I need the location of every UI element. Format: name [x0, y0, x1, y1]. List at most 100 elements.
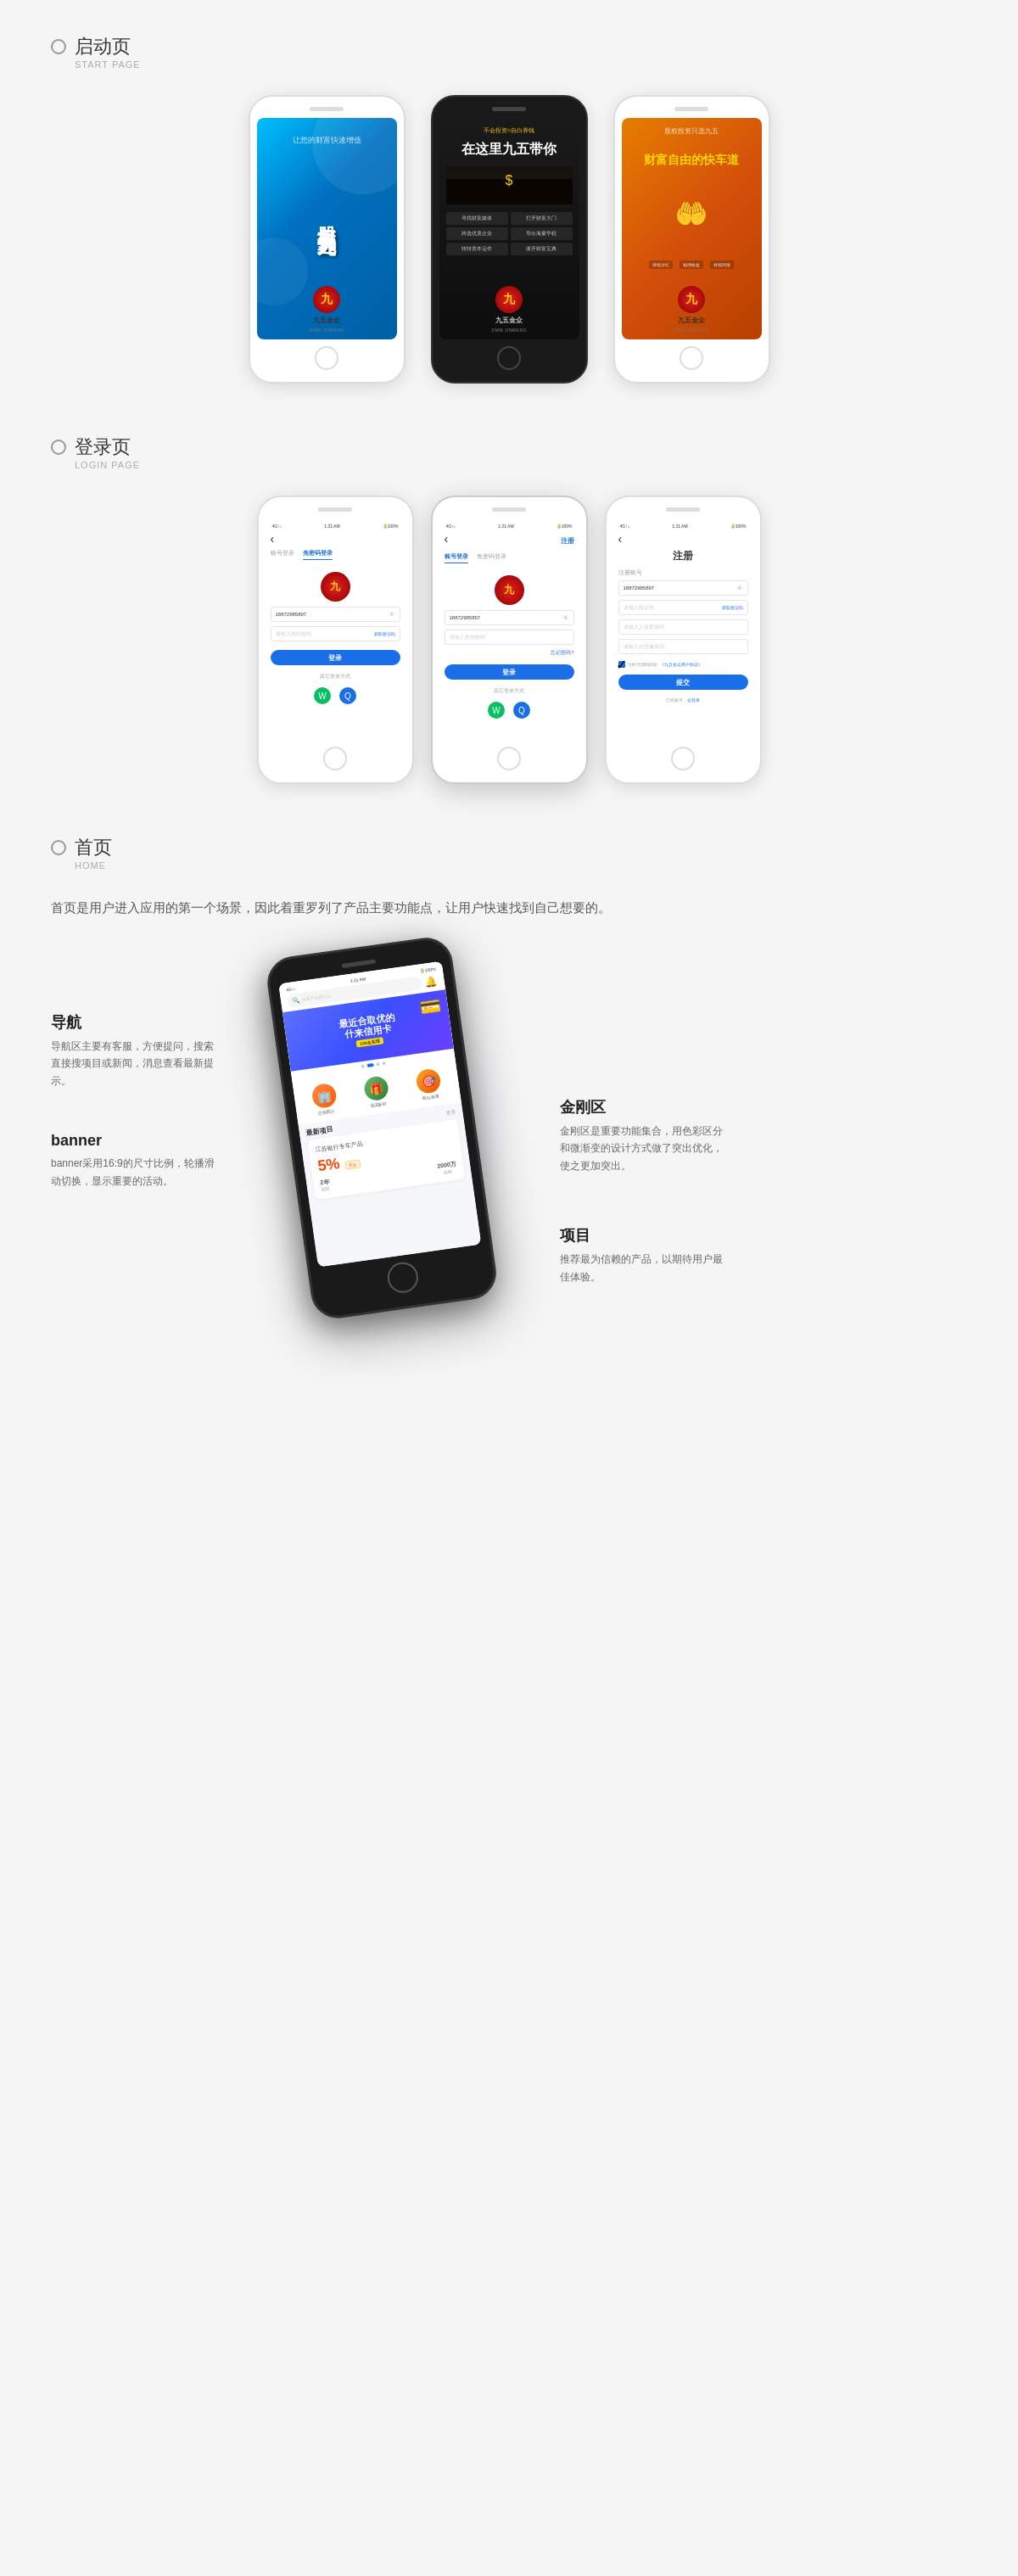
more-link[interactable]: 更多	[445, 1108, 456, 1117]
section-circle	[51, 39, 66, 54]
notification-icon[interactable]: 🔔	[424, 975, 439, 988]
register-screen: 4G↑↓ 1:21 AM 🔋100% ‹ 注册 注册账号 18872985897…	[613, 518, 753, 740]
icon-2: 🎁	[363, 1075, 390, 1102]
phone-screen-orange: 股权投资只选九五 财富自由的快车道 🤲 持续分红 稳增收益 持续回报 九 九五金…	[622, 118, 762, 339]
search-icon: 🔍	[292, 996, 300, 1004]
nav-annotation-text: 导航区主要有客服，方便提问，搜索直接搜项目或新闻，消息查看最新提示。	[51, 1038, 221, 1089]
register-title: 注册	[618, 549, 748, 563]
battery-1: 🔋100%	[383, 524, 399, 529]
phone-speaker-1	[310, 107, 344, 111]
banner-annotation-text: banner采用16:9的尺寸比例，轮播滑动切换，显示重要的活动。	[51, 1155, 221, 1190]
already-have: 已有账号，去登录	[618, 697, 748, 703]
eye-icon-2: 👁	[562, 614, 569, 622]
agreement-link[interactable]: 《九五金众用户协议》	[660, 662, 702, 667]
wechat-btn-2[interactable]: W	[488, 702, 505, 719]
get-code-btn-1[interactable]: 获取验证码	[374, 631, 395, 636]
forgot-link[interactable]: 忘记密码?	[445, 649, 574, 657]
jingang-annotation: 金刚区 金刚区是重要功能集合，用色彩区分和微渐变的设计方式做了突出优化，使之更加…	[560, 1097, 730, 1174]
login-btn-1[interactable]: 登录	[271, 650, 400, 665]
agreement-checkbox[interactable]: ✓	[618, 661, 625, 668]
dollar-icon: $	[506, 173, 513, 188]
search-placeholder: 搜索产品或公众	[302, 993, 332, 1002]
statusbar-1: 4G↑↓ 1:21 AM 🔋100%	[271, 524, 400, 529]
register-phone-input[interactable]: 18872985897 👁	[618, 580, 748, 596]
product-amount: 2000万 规模	[437, 1160, 458, 1176]
battery-3: 🔋100%	[730, 524, 747, 529]
icon-item-1[interactable]: 🏢 总场能介	[310, 1083, 338, 1117]
menu-item-4: 导出海量学程	[511, 227, 573, 240]
time-2: 1:21 AM	[498, 524, 513, 529]
home-page-header: 首页 HOME	[51, 835, 967, 871]
phone-input-2[interactable]: 18872985897 👁	[445, 610, 574, 625]
hundred-badge: 100名实现	[356, 1037, 383, 1047]
section-title-latest: 最新项目	[305, 1124, 333, 1137]
phone-orange: 股权投资只选九五 财富自由的快车道 🤲 持续分红 稳增收益 持续回报 九 九五金…	[613, 95, 770, 384]
qq-btn-1[interactable]: Q	[339, 687, 356, 704]
back-btn-1[interactable]: ‹	[271, 532, 400, 546]
banner-annotation: banner banner采用16:9的尺寸比例，轮播滑动切换，显示重要的活动。	[51, 1132, 221, 1190]
home-content-area: 导航 导航区主要有客服，方便提问，搜索直接搜项目或新闻，消息查看最新提示。 ba…	[51, 944, 967, 1309]
project-annotation: 项目 推荐最为信赖的产品，以期待用户最佳体验。	[560, 1225, 730, 1285]
tab-passwordless-login[interactable]: 免密码登录	[303, 549, 333, 560]
invite-placeholder: 请输入代理邀请码	[624, 643, 664, 651]
tab-account-2[interactable]: 账号登录	[445, 552, 468, 563]
login-tabs-1: 账号登录 免密码登录	[271, 549, 400, 560]
splash-blue-bg: 让您的财富快速增值 股权投资只选九五 九 九五金众 JIMM JINMENG	[257, 118, 397, 339]
back-btn-3[interactable]: ‹	[618, 532, 748, 546]
register-phone-value: 18872985897	[624, 585, 655, 591]
phone-home-btn-3	[680, 346, 703, 370]
login-btn-2[interactable]: 登录	[445, 664, 574, 680]
login-page-header: 登录页 LOGIN PAGE	[51, 434, 967, 470]
logo-text-en-2: JIMM JINMENG	[491, 328, 527, 333]
splash-dark-headline: 在这里九五带你	[461, 141, 557, 159]
home-section-circle	[51, 840, 66, 855]
phone-speaker-3	[674, 107, 708, 111]
menu-item-3: 跨选优质企业	[446, 227, 508, 240]
login-screen-2: 4G↑↓ 1:21 AM 🔋100% ‹ 注册 账号登录 免密码登录 九	[439, 518, 579, 740]
register-code-input[interactable]: 请输入验证码 获取验证码	[618, 600, 748, 615]
phone-input-1[interactable]: 18872985897 👁	[271, 607, 400, 622]
product-term: 2年 期限	[320, 1178, 331, 1192]
register-password-input[interactable]: 请输入人设置密码	[618, 619, 748, 635]
tab-passwordless-2[interactable]: 免密码登录	[477, 552, 506, 563]
password-input-2[interactable]: 请输入您的密码	[445, 630, 574, 645]
login-section-circle	[51, 440, 66, 455]
feature-2: 稳增收益	[680, 260, 703, 269]
login-speaker-2	[492, 507, 526, 512]
register-screen-content: 4G↑↓ 1:21 AM 🔋100% ‹ 注册 注册账号 18872985897…	[613, 518, 753, 740]
logo-text-cn-3: 九五金众	[678, 316, 705, 325]
home-annotations-left: 导航 导航区主要有客服，方便提问，搜索直接搜项目或新闻，消息查看最新提示。 ba…	[51, 944, 221, 1190]
splash-dark-menu: 寻找财富媒体 打开财富大门 跨选优质企业 导出海量学程 转转资本运作 谢开财富宝…	[446, 212, 573, 255]
tab-account-login[interactable]: 账号登录	[271, 549, 294, 560]
icon-item-3[interactable]: 🎯 粗出康康	[415, 1067, 443, 1101]
start-page-title-cn: 启动页	[75, 34, 131, 59]
phone-dark: 不会投资=自白养钱 在这里九五带你 $ 寻找财富媒体 打开财富大门 跨选优质企业…	[431, 95, 588, 384]
back-btn-2[interactable]: ‹	[445, 532, 449, 546]
dot-1	[361, 1065, 365, 1069]
feature-3: 持续回报	[710, 260, 734, 269]
social-icons-2: W Q	[445, 702, 574, 719]
qq-btn-2[interactable]: Q	[513, 702, 530, 719]
wechat-btn-1[interactable]: W	[314, 687, 331, 704]
invite-code-input[interactable]: 请输入代理邀请码	[618, 639, 748, 654]
nav-annotation-title: 导航	[51, 1012, 221, 1033]
icon-1: 🏢	[310, 1083, 338, 1110]
login-phones-row: 4G↑↓ 1:21 AM 🔋100% ‹ 账号登录 免密码登录 九 188729…	[51, 496, 967, 784]
phone-blue: 让您的财富快速增值 股权投资只选九五 九 九五金众 JIMM JINMENG	[249, 95, 406, 384]
register-link[interactable]: 注册	[561, 536, 574, 546]
banner-main-text: 最近合取优的什来信用卡	[338, 1011, 397, 1041]
icon-item-2[interactable]: 🎁 我是新村	[363, 1075, 391, 1109]
password-input-1[interactable]: 请输入您的密码 获取验证码	[271, 626, 400, 641]
statusbar-3: 4G↑↓ 1:21 AM 🔋100%	[618, 524, 748, 529]
term-label: 期限	[321, 1186, 331, 1192]
agreement-row: ✓ 注时代理码同意 《九五金众用户协议》	[618, 661, 748, 668]
menu-item-5: 转转资本运作	[446, 243, 508, 255]
logo-icon-orange: 九	[678, 286, 705, 313]
nav-annotation: 导航 导航区主要有客服，方便提问，搜索直接搜项目或新闻，消息查看最新提示。	[51, 1012, 221, 1089]
go-login-link[interactable]: 去登录	[687, 697, 700, 703]
get-code-btn-2[interactable]: 获取验证码	[722, 605, 743, 610]
submit-btn[interactable]: 提交	[618, 675, 748, 690]
social-icons-1: W Q	[271, 687, 400, 704]
start-page-title-en: START PAGE	[75, 59, 967, 70]
logo-icon-blue: 九	[313, 286, 340, 313]
